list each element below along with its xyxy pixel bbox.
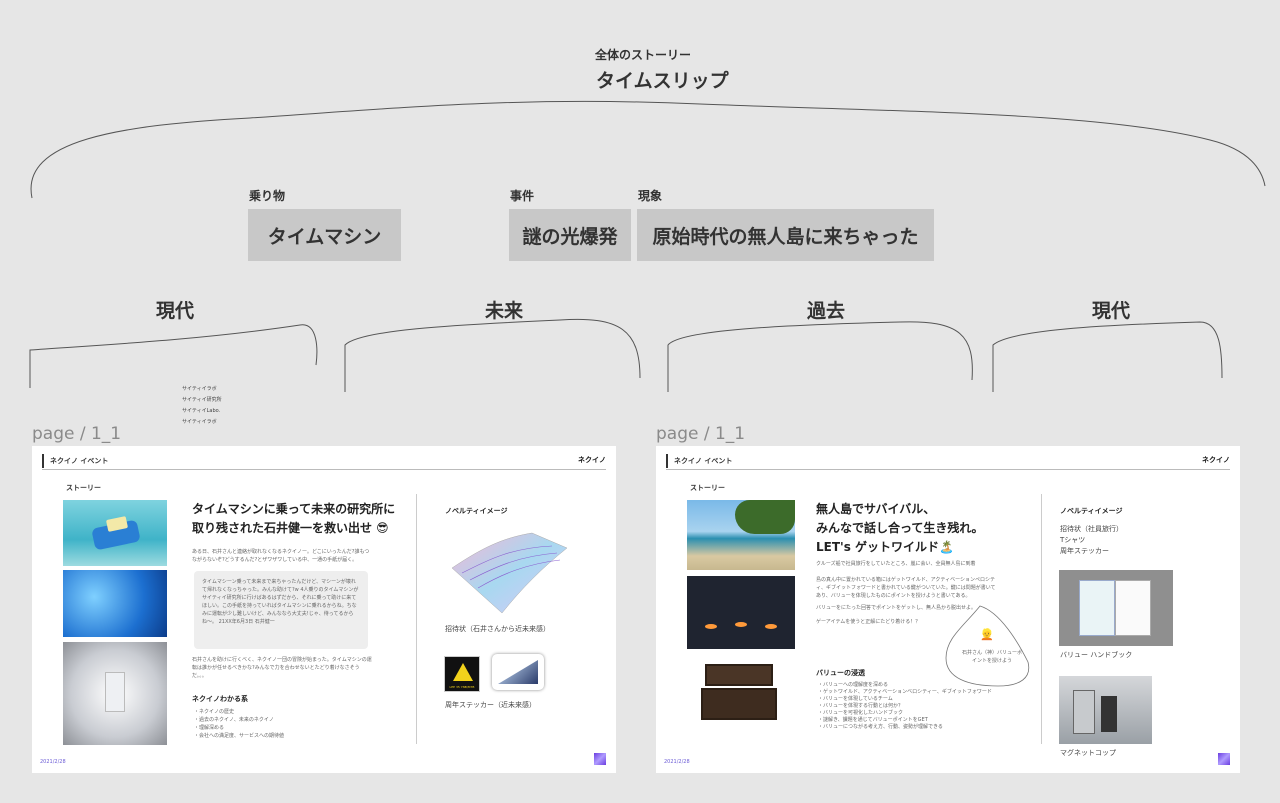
list-item: ・ゲットワイルド、アクティベーションベロシティー、ギブイットフォワード <box>818 689 992 695</box>
brand-mark-icon <box>594 753 606 765</box>
list-item: ・謎解き、課題を通じてバリューポイントをGET <box>818 717 928 723</box>
list-item: ・バリューを体現する行動とは何か？ <box>818 703 904 709</box>
element-caption-incident: 事件 <box>510 189 535 203</box>
treasure-chest-image <box>699 664 779 722</box>
pool-float-image <box>63 500 167 566</box>
divider <box>1041 494 1042 744</box>
element-caption-vehicle: 乗り物 <box>249 189 286 203</box>
logo: ネクイノ <box>578 456 606 464</box>
side-menu: サイティイラボ サイティイ研究所 サイティイLabo. サイティイラボ <box>182 384 222 428</box>
divider <box>416 494 417 744</box>
campfire-image <box>687 576 795 649</box>
headline: タイムマシンに乗って未来の研究所に取り残された石井健一を救い出せ 😎 <box>192 502 396 535</box>
person-emoji-icon: 👱 <box>980 628 994 641</box>
side-menu-item[interactable]: サイティイ研究所 <box>182 395 222 406</box>
era-present-2: 現代 <box>1092 300 1131 322</box>
slide-header-title: ネクイノ イベント <box>50 457 109 465</box>
era-present-1: 現代 <box>156 300 195 322</box>
mug-image <box>1059 676 1152 744</box>
novelty-list: 招待状（社員旅行） Tシャツ 周年ステッカー <box>1060 524 1123 557</box>
invitation-image <box>442 528 572 618</box>
slide-1[interactable]: ネクイノ イベント ネクイノ ストーリー タイムマシンに乗って未来の研究所に取り… <box>32 446 616 773</box>
element-vehicle: タイムマシン <box>248 209 401 261</box>
page-label-2[interactable]: page / 1_1 <box>656 424 745 444</box>
slide-footer: 2021/2/28 <box>664 759 690 765</box>
brand-mark-icon <box>1218 753 1230 765</box>
novelty-title: ノベルティイメージ <box>445 507 508 515</box>
novelty-item-2: 周年ステッカー（近未来感） <box>445 701 536 709</box>
list-item: 招待状（社員旅行） <box>1060 525 1123 533</box>
white-corridor-image <box>63 642 167 745</box>
handbook-image <box>1059 570 1173 646</box>
list-item: ・バリューへの理解度を深める <box>818 682 889 688</box>
element-caption-phenomenon: 現象 <box>638 189 663 203</box>
image-caption-handbook: バリュー ハンドブック <box>1060 651 1133 659</box>
sub-title: ネクイノわかる系 <box>192 695 248 703</box>
bubble-text: 石井さん（神）バリューポイントを授けよう <box>961 650 1022 664</box>
sticker-yellow-image: LEE 35 YNB/M7B <box>444 656 480 692</box>
list-item: ・バリューにつながる考え方、行動、姿勢が理解できる <box>818 724 943 730</box>
list-item: ・バリューを体現しているチーム <box>818 696 893 702</box>
slide-header: ネクイノ イベント ネクイノ <box>42 454 606 470</box>
speech-bubble <box>945 605 1030 687</box>
sub-list: ・ネクイノの歴史 ・過去のネクイノ、未来のネクイノ ・理解深める ・会社への満足… <box>194 708 284 740</box>
era-past: 過去 <box>807 300 846 322</box>
list-item: 周年ステッカー <box>1060 547 1109 555</box>
section-title: ストーリー <box>690 484 725 492</box>
page-label-1[interactable]: page / 1_1 <box>32 424 121 444</box>
sub-list: ・バリューへの理解度を深める ・ゲットワイルド、アクティベーションベロシティー、… <box>818 682 1018 731</box>
section-title: ストーリー <box>66 484 101 492</box>
outro-text: 石井さんを助けに行くべく、ネクイノ一団の冒険が始まった。タイムマシンの運転は誰か… <box>192 657 372 679</box>
list-item: ・理解深める <box>194 725 225 731</box>
slide-header: ネクイノ イベント ネクイノ <box>666 454 1230 470</box>
slide-2[interactable]: ネクイノ イベント ネクイノ ストーリー 無人島でサバイバル、 みんなで話し合っ… <box>656 446 1240 773</box>
body-text-1: 島の真ん中に置かれている箱にはゲットワイルド、アクティベーションペロシティ、ギブ… <box>816 577 996 599</box>
slide-header-title: ネクイノ イベント <box>674 457 733 465</box>
novelty-title: ノベルティイメージ <box>1060 507 1123 515</box>
novelty-item-1: 招待状（石井さんから近未来感） <box>445 625 550 633</box>
side-menu-item[interactable]: サイティイLabo. <box>182 406 222 417</box>
logo: ネクイノ <box>1202 456 1230 464</box>
list-item: ・会社への満足度、サービスへの期待値 <box>194 733 285 739</box>
element-incident: 謎の光爆発 <box>509 209 631 261</box>
side-menu-item[interactable]: サイティイラボ <box>182 384 222 395</box>
list-item: Tシャツ <box>1060 536 1086 544</box>
element-phenomenon: 原始時代の無人島に来ちゃった <box>637 209 934 261</box>
letter-quote: タイムマシーン乗って未来まで来ちゃったんだけど、マシーンが壊れて帰れなくなっちゃ… <box>194 571 368 649</box>
sub-title: バリューの浸透 <box>816 669 865 677</box>
list-item: ・ネクイノの歴史 <box>194 709 235 715</box>
era-future: 未来 <box>485 300 524 322</box>
list-item: ・過去のネクイノ、未来のネクイノ <box>194 717 274 723</box>
image-caption-mug: マグネットコップ <box>1060 749 1116 757</box>
list-item: ・バリューを可視化したハンドブック <box>818 710 904 716</box>
beach-image <box>687 500 795 570</box>
wave-card-graphic <box>451 532 568 614</box>
sticker-triangle-image <box>492 654 544 690</box>
side-menu-item[interactable]: サイティイラボ <box>182 417 222 428</box>
slide-footer: 2021/2/28 <box>40 759 66 765</box>
intro-text: ある日、石井さんと連絡が取れなくなるネクイノー。どこにいったんだ?誰もつながらな… <box>192 549 370 563</box>
intro-text: クルーズ船で社員旅行をしていたところ、嵐に会い、全員無人島に到着 <box>816 561 976 567</box>
headline: 無人島でサバイバル、 みんなで話し合って生き残れ。 LET's ゲットワイルド🏝… <box>816 502 984 554</box>
blue-tech-image <box>63 570 167 637</box>
